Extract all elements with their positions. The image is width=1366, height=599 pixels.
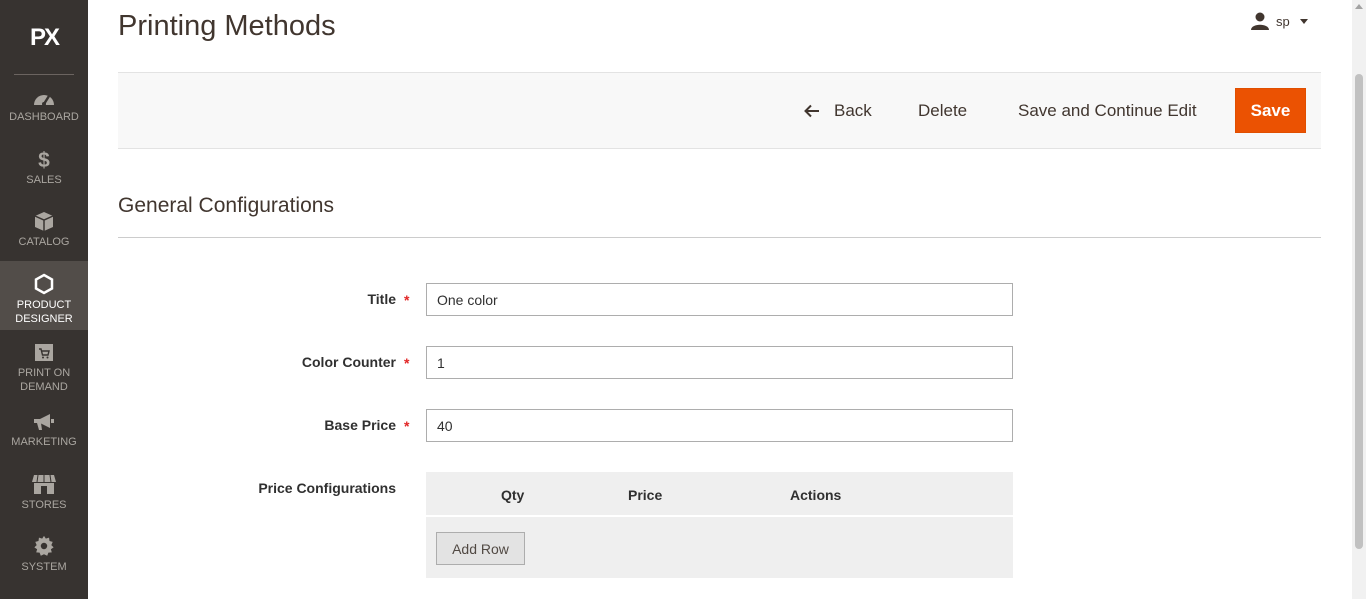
save-and-continue-button[interactable]: Save and Continue Edit <box>1018 88 1197 133</box>
base-price-label: Base Price <box>324 417 396 433</box>
column-header-price: Price <box>628 487 663 503</box>
gauge-icon <box>34 95 54 106</box>
title-label: Title <box>367 291 396 307</box>
gear-icon <box>34 535 54 556</box>
table-header: Qty Price Actions <box>426 472 1013 517</box>
sidebar-item-marketing[interactable]: MARKETING <box>0 412 88 454</box>
page-actions-toolbar: Back Delete Save and Continue Edit Save <box>118 72 1321 149</box>
back-button[interactable]: Back <box>804 88 872 133</box>
user-menu[interactable]: sp <box>1250 12 1308 30</box>
sidebar-item-catalog[interactable]: CATALOG <box>0 211 88 253</box>
title-input[interactable] <box>426 283 1013 316</box>
megaphone-icon <box>34 414 54 430</box>
cart-icon <box>35 344 53 361</box>
required-marker: * <box>404 292 410 308</box>
sidebar-item-sales[interactable]: $ SALES <box>0 148 88 190</box>
sidebar-item-label: PRODUCT DESIGNER <box>15 299 73 325</box>
sidebar-item-product-designer[interactable]: PRODUCT DESIGNER <box>0 261 88 330</box>
chevron-down-icon <box>1299 18 1308 24</box>
add-row-button[interactable]: Add Row <box>436 532 525 565</box>
sidebar-item-label: SALES <box>26 174 62 186</box>
scrollbar-thumb[interactable] <box>1355 74 1363 549</box>
sidebar-item-system[interactable]: SYSTEM <box>0 535 88 577</box>
required-marker: * <box>404 418 410 434</box>
scroll-up-icon[interactable] <box>1355 4 1363 9</box>
section-divider <box>118 237 1321 238</box>
user-name: sp <box>1276 13 1290 29</box>
sidebar-item-label: SYSTEM <box>21 561 67 573</box>
sidebar-item-label: MARKETING <box>11 436 77 448</box>
dollar-icon: $ <box>38 149 50 170</box>
logo-divider <box>14 74 74 75</box>
sidebar-item-print-on-demand[interactable]: PRINT ON DEMAND <box>0 343 88 395</box>
sidebar-item-stores[interactable]: STORES <box>0 474 88 516</box>
svg-text:$: $ <box>38 149 50 170</box>
sidebar-item-dashboard[interactable]: DASHBOARD <box>0 89 88 131</box>
column-header-qty: Qty <box>501 487 525 503</box>
page-title: Printing Methods <box>118 10 336 42</box>
sidebar-item-label: DASHBOARD <box>9 111 79 123</box>
delete-button[interactable]: Delete <box>918 88 967 133</box>
arrow-left-icon <box>804 104 819 117</box>
page-scrollbar[interactable] <box>1352 0 1366 599</box>
column-header-actions: Actions <box>790 487 842 503</box>
back-button-label: Back <box>834 100 872 120</box>
save-button[interactable]: Save <box>1235 88 1306 133</box>
admin-sidebar: PX DASHBOARD $ SALES CATALOG PRODUCT DES… <box>0 0 88 599</box>
base-price-input[interactable] <box>426 409 1013 442</box>
price-configurations-table: Qty Price Actions Add Row <box>426 472 1013 578</box>
section-title: General Configurations <box>118 194 334 217</box>
sidebar-item-label: PRINT ON DEMAND <box>17 367 71 393</box>
sidebar-item-label: CATALOG <box>18 236 70 248</box>
px-logo[interactable]: PX <box>0 0 88 75</box>
color-counter-input[interactable] <box>426 346 1013 379</box>
required-marker: * <box>404 355 410 371</box>
user-icon <box>1251 12 1269 30</box>
price-configurations-label: Price Configurations <box>258 480 396 496</box>
box-icon <box>34 212 54 231</box>
color-counter-label: Color Counter <box>301 354 396 370</box>
sidebar-item-label: STORES <box>21 499 67 511</box>
storefront-icon <box>32 474 56 494</box>
hexagon-icon <box>34 273 54 295</box>
